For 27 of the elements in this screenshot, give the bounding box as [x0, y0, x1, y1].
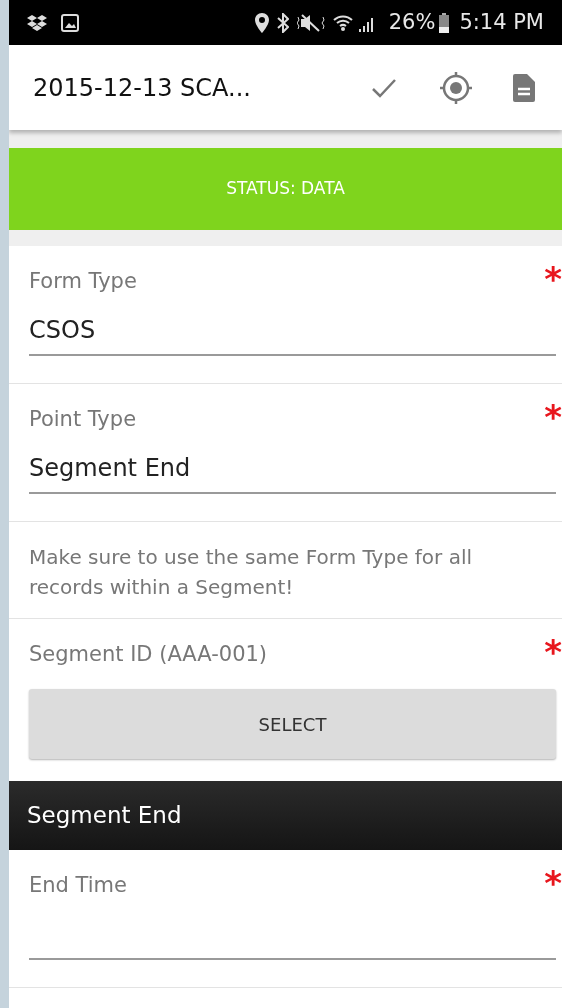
required-marker: * — [544, 635, 562, 669]
required-marker: * — [544, 262, 562, 296]
dropbox-icon — [27, 14, 47, 31]
record-title: 2015-12-13 SCA... — [33, 72, 251, 104]
required-marker: * — [544, 866, 562, 900]
section-header: Segment End — [9, 781, 562, 850]
document-icon — [513, 73, 535, 102]
clock-time: 5:14 PM — [459, 12, 544, 33]
select-button[interactable]: SELECT — [29, 689, 556, 759]
input-field[interactable]: CSOS — [29, 310, 556, 356]
field-label: Point Type — [29, 406, 137, 433]
input-field[interactable]: Segment End — [29, 448, 556, 494]
mute-icon — [296, 13, 325, 32]
battery-icon — [439, 12, 450, 33]
check-icon — [371, 77, 397, 98]
note-text: Make sure to use the same Form Type for all records within a Segment! — [29, 544, 474, 601]
location-icon — [254, 12, 269, 33]
field-label: End Time — [29, 872, 127, 899]
wifi-icon — [332, 13, 353, 32]
field-label: Segment ID (AAA-001) — [29, 641, 268, 668]
field-label: Form Type — [29, 268, 137, 295]
bluetooth-icon — [276, 12, 289, 33]
target-icon — [438, 69, 474, 106]
status-banner: STATUS: DATA — [9, 148, 562, 230]
battery-percentage: 26% — [388, 12, 436, 33]
image-icon — [61, 13, 79, 32]
required-marker: * — [544, 400, 562, 434]
